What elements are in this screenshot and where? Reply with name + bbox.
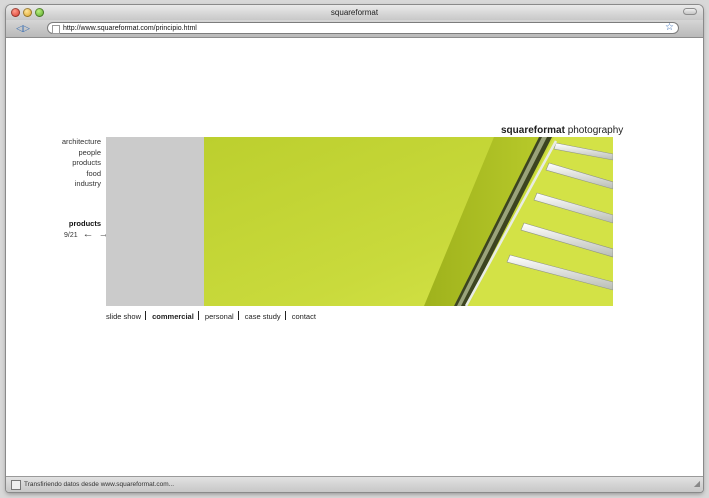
category-industry[interactable]: industry [62, 179, 101, 190]
photo-image [204, 137, 613, 306]
title-bar: squareformat [6, 5, 703, 20]
address-bar[interactable]: http://www.squareformat.com/principio.ht… [47, 22, 679, 34]
page-content: squareformat photography architecture pe… [6, 38, 703, 477]
browser-window: squareformat ◁▷ http://www.squareformat.… [6, 5, 703, 492]
page-icon [52, 25, 60, 34]
nav-divider [197, 311, 199, 320]
back-forward-button[interactable]: ◁▷ [12, 22, 34, 34]
status-icon [11, 480, 21, 490]
category-products[interactable]: products [62, 158, 101, 169]
window-title: squareformat [330, 8, 379, 17]
nav-slide-show[interactable]: slide show [106, 312, 141, 321]
close-window-button[interactable] [11, 8, 20, 17]
photo-gallery [106, 137, 613, 306]
browser-toolbar: ◁▷ http://www.squareformat.com/principio… [6, 20, 703, 38]
minimize-window-button[interactable] [23, 8, 32, 17]
zoom-window-button[interactable] [35, 8, 44, 17]
status-text: Transfiriendo datos desde www.squareform… [24, 481, 175, 488]
category-food[interactable]: food [62, 169, 101, 180]
nav-case-study[interactable]: case study [245, 312, 281, 321]
bottom-nav: slide show commercial personal case stud… [106, 311, 320, 321]
image-pager: 9/21 ← → [64, 228, 110, 240]
category-architecture[interactable]: architecture [62, 137, 101, 148]
brand-name: squareformat [501, 125, 565, 136]
current-section-title: products [68, 219, 101, 228]
category-people[interactable]: people [62, 148, 101, 159]
site-brand[interactable]: squareformat photography [501, 125, 623, 136]
gray-side-panel [106, 137, 204, 306]
featured-photo[interactable] [204, 137, 613, 306]
nav-divider [145, 311, 147, 320]
status-bar: Transfiriendo datos desde www.squareform… [6, 476, 703, 492]
nav-commercial[interactable]: commercial [152, 312, 194, 321]
previous-arrow-icon[interactable]: ← [83, 228, 94, 240]
nav-divider [284, 311, 286, 320]
nav-divider [237, 311, 239, 320]
address-text: http://www.squareformat.com/principio.ht… [63, 25, 197, 32]
bookmark-star-icon[interactable]: ☆ [665, 22, 674, 34]
nav-personal[interactable]: personal [205, 312, 234, 321]
toolbar-toggle-button[interactable] [683, 8, 697, 15]
image-counter: 9/21 [64, 232, 78, 239]
resize-grip-icon[interactable]: ◢ [694, 476, 700, 491]
back-forward-icon: ◁▷ [16, 23, 30, 33]
nav-contact[interactable]: contact [292, 312, 316, 321]
brand-tagline: photography [567, 125, 624, 136]
category-nav: architecture people products food indust… [62, 137, 101, 190]
